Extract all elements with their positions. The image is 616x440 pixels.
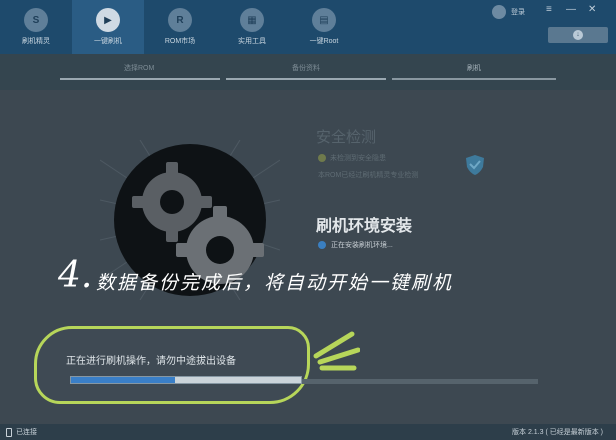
nav-item-one-click-root[interactable]: ▤ 一键Root bbox=[288, 0, 360, 54]
menu-icon[interactable]: ≡ bbox=[546, 4, 552, 16]
close-icon[interactable]: ✕ bbox=[588, 4, 596, 16]
main-nav: S 刷机精灵 ▶ 一键刷机 R ROM市场 ▦ 实用工具 ▤ 一键Root bbox=[0, 0, 360, 54]
root-car-icon: ▤ bbox=[312, 8, 336, 32]
connection-status: 已连接 bbox=[6, 427, 37, 437]
flash-warning-text: 正在进行刷机操作，请勿中途拔出设备 bbox=[66, 356, 236, 367]
nav-label: 刷机精灵 bbox=[22, 38, 50, 45]
env-status-text: 正在安装刷机环境... bbox=[331, 242, 393, 249]
tutorial-step-number: 4. bbox=[58, 255, 93, 296]
nav-label: 一键Root bbox=[309, 38, 339, 45]
emphasis-marks bbox=[313, 331, 360, 371]
download-button[interactable]: ↓ bbox=[548, 27, 608, 43]
step-label-select-rom: 选择ROM bbox=[124, 65, 155, 72]
flash-steps-bar: 选择ROM 备份资料 刷机 bbox=[0, 54, 616, 90]
nav-label: 一键刷机 bbox=[94, 38, 122, 45]
play-icon: ▶ bbox=[96, 8, 120, 32]
step-progress-line bbox=[60, 78, 220, 80]
check-icon bbox=[318, 154, 326, 162]
safety-check-note: 本ROM已经过刷机精灵专业检测 bbox=[318, 172, 419, 179]
nav-item-rom-market[interactable]: R ROM市场 bbox=[144, 0, 216, 54]
nav-item-shuaji-jingling[interactable]: S 刷机精灵 bbox=[0, 0, 72, 54]
login-label: 登录 bbox=[511, 9, 525, 16]
step-progress-line bbox=[226, 78, 386, 80]
version-info: 版本 2.1.3 ( 已经是最新版本 ) bbox=[512, 429, 604, 436]
status-bar: 已连接 版本 2.1.3 ( 已经是最新版本 ) bbox=[0, 424, 616, 440]
loading-icon bbox=[318, 241, 326, 249]
step-progress-line bbox=[392, 78, 556, 80]
nav-label: 实用工具 bbox=[238, 38, 266, 45]
rom-market-icon: R bbox=[168, 8, 192, 32]
phone-icon bbox=[6, 427, 12, 437]
nav-item-tools[interactable]: ▦ 实用工具 bbox=[216, 0, 288, 54]
top-nav-bar: S 刷机精灵 ▶ 一键刷机 R ROM市场 ▦ 实用工具 ▤ 一键Root 登录 bbox=[0, 0, 616, 54]
connection-status-text: 已连接 bbox=[16, 429, 37, 436]
nav-label: ROM市场 bbox=[164, 38, 196, 45]
progress-fill bbox=[71, 377, 175, 383]
login-link[interactable]: 登录 bbox=[492, 5, 525, 19]
tutorial-caption: 数据备份完成后，将自动开始一键刷机 bbox=[96, 272, 454, 294]
step-label-flash: 刷机 bbox=[467, 65, 481, 72]
step-label-backup: 备份资料 bbox=[292, 65, 320, 72]
flash-progress-bar bbox=[70, 376, 302, 384]
shield-check-icon bbox=[466, 155, 484, 175]
safety-check-result: 未检测到安全隐患 bbox=[318, 153, 386, 163]
tools-grid-icon: ▦ bbox=[240, 8, 264, 32]
nav-item-one-click-flash[interactable]: ▶ 一键刷机 bbox=[72, 0, 144, 54]
progress-track-extension bbox=[302, 379, 538, 384]
safety-check-title: 安全检测 bbox=[316, 129, 377, 146]
minimize-icon[interactable]: — bbox=[566, 4, 576, 16]
download-icon: ↓ bbox=[573, 30, 583, 40]
env-install-status: 正在安装刷机环境... bbox=[318, 240, 393, 250]
shield-s-icon: S bbox=[24, 8, 48, 32]
env-install-title: 刷机环境安装 bbox=[316, 218, 413, 235]
app-window: S 刷机精灵 ▶ 一键刷机 R ROM市场 ▦ 实用工具 ▤ 一键Root 登录 bbox=[0, 0, 616, 440]
safety-result-text: 未检测到安全隐患 bbox=[330, 155, 386, 162]
user-avatar-icon bbox=[492, 5, 506, 19]
